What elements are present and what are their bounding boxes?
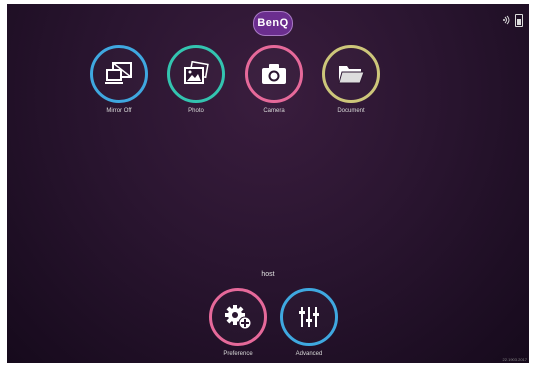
wireless-projection-icon — [503, 15, 513, 27]
advanced-label: Advanced — [295, 351, 323, 357]
mirror-off-label: Mirror Off — [106, 108, 132, 114]
advanced-ring — [280, 288, 338, 346]
photo-label: Photo — [188, 108, 204, 114]
host-name: host — [261, 271, 275, 278]
preference-ring — [209, 288, 267, 346]
status-bar — [503, 14, 523, 27]
photo-button[interactable]: Photo — [161, 45, 231, 114]
document-ring — [322, 45, 380, 103]
advanced-button[interactable]: Advanced — [274, 288, 344, 357]
photo-ring — [167, 45, 225, 103]
camera-label: Camera — [263, 108, 285, 114]
document-button[interactable]: Document — [316, 45, 386, 114]
camera-button[interactable]: Camera — [239, 45, 309, 114]
preference-label: Preference — [223, 351, 253, 357]
camera-icon — [262, 64, 286, 84]
mirror-off-icon — [105, 62, 132, 84]
version-label: 22.1903.2017 — [502, 357, 527, 362]
mirror-off-ring — [90, 45, 148, 103]
gear-add-icon — [225, 305, 252, 330]
document-label: Document — [337, 108, 365, 114]
home-screen: BenQ Mirror Off Photo Camera Document ho… — [7, 4, 529, 363]
battery-icon — [515, 14, 523, 27]
folder-icon — [338, 66, 365, 84]
mirror-off-button[interactable]: Mirror Off — [84, 45, 154, 114]
sliders-icon — [299, 307, 319, 327]
camera-ring — [245, 45, 303, 103]
benq-logo: BenQ — [253, 11, 293, 36]
photo-icon — [184, 61, 209, 84]
preference-button[interactable]: Preference — [203, 288, 273, 357]
